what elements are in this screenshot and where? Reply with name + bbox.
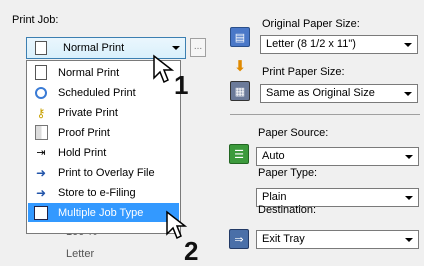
print-paper-size-label: Print Paper Size:	[262, 66, 345, 78]
destination-value: Exit Tray	[262, 233, 305, 245]
print-job-combo-value: Normal Print	[63, 42, 125, 54]
menu-item-label: Normal Print	[58, 66, 120, 79]
cursor-icon	[153, 54, 174, 84]
menu-item-label: Scheduled Print	[58, 86, 136, 99]
destination-label: Destination:	[258, 204, 317, 216]
callout-2: 2	[184, 236, 199, 266]
callout-1: 1	[174, 70, 189, 100]
original-paper-size-value: Letter (8 1/2 x 11")	[266, 38, 356, 50]
overlay-icon: ➜	[35, 165, 47, 180]
hold-icon: ⇥	[36, 147, 46, 159]
chevron-down-icon	[404, 92, 412, 96]
original-paper-icon: ▤	[230, 27, 250, 47]
chevron-down-icon	[405, 238, 413, 242]
menu-item-private-print[interactable]: ⚷ Private Print	[28, 103, 179, 122]
document-icon	[32, 65, 50, 81]
menu-item-label: Store to e-Filing	[58, 186, 136, 199]
document-icon	[35, 41, 47, 55]
paper-type-value: Plain	[262, 191, 287, 203]
clock-icon	[32, 85, 50, 101]
menu-item-label: Multiple Job Type	[58, 206, 144, 219]
menu-item-store-to-e-filing[interactable]: ➜ Store to e-Filing	[28, 183, 179, 202]
menu-item-label: Private Print	[58, 106, 118, 119]
paper-type-label: Paper Type:	[258, 167, 318, 179]
divider	[230, 114, 420, 115]
destination-combo[interactable]: Exit Tray	[256, 230, 419, 249]
menu-item-hold-print[interactable]: ⇥ Hold Print	[28, 143, 179, 162]
paper-text: Letter	[66, 248, 95, 260]
proof-icon	[32, 125, 50, 141]
print-paper-icon: ▦	[230, 81, 250, 101]
menu-item-print-to-overlay-file[interactable]: ➜ Print to Overlay File	[28, 163, 179, 182]
chevron-down-icon	[404, 43, 412, 47]
paper-source-combo[interactable]: Auto	[256, 147, 419, 166]
menu-item-label: Proof Print	[58, 126, 110, 139]
multiple-job-icon	[32, 205, 50, 221]
down-arrow-icon: ⬇	[233, 58, 247, 75]
menu-item-label: Hold Print	[58, 146, 107, 159]
ellipsis-button[interactable]: ...	[190, 38, 206, 57]
print-paper-size-combo[interactable]: Same as Original Size	[260, 84, 418, 103]
print-job-dropdown-list: Normal Print Scheduled Print ⚷ Private P…	[26, 60, 181, 234]
key-icon: ⚷	[36, 105, 46, 120]
original-paper-size-label: Original Paper Size:	[262, 18, 360, 30]
paper-source-label: Paper Source:	[258, 127, 329, 139]
efiling-icon: ➜	[35, 185, 47, 200]
exit-tray-icon: ⇒	[229, 229, 249, 249]
menu-item-label: Print to Overlay File	[58, 166, 155, 179]
menu-item-proof-print[interactable]: Proof Print	[28, 123, 179, 142]
ellipsis-button-label: ...	[193, 41, 203, 52]
print-paper-size-value: Same as Original Size	[266, 87, 375, 99]
print-job-label: Print Job:	[12, 14, 59, 26]
chevron-down-icon	[405, 196, 413, 200]
chevron-down-icon	[172, 46, 180, 50]
paper-source-value: Auto	[262, 150, 285, 162]
paper-tray-icon: ☰	[229, 144, 249, 164]
original-paper-size-combo[interactable]: Letter (8 1/2 x 11")	[260, 35, 418, 54]
menu-item-multiple-job-type[interactable]: Multiple Job Type	[28, 203, 179, 222]
chevron-down-icon	[405, 155, 413, 159]
